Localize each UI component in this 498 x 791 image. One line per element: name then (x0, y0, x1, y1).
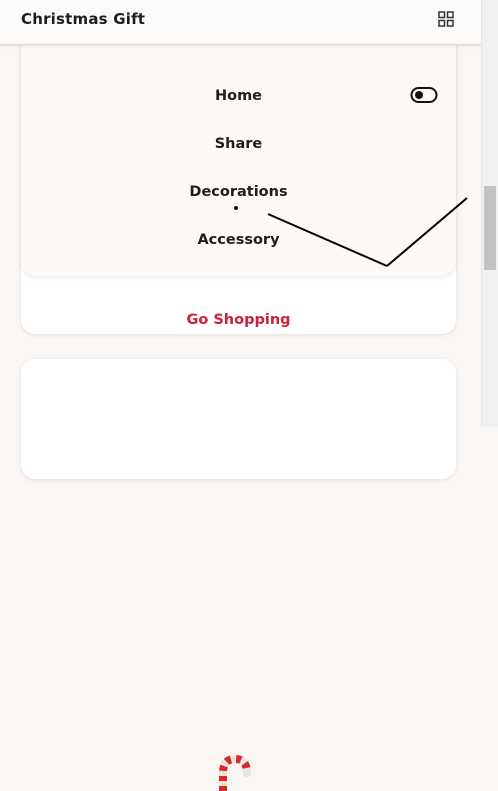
menu-item-decorations[interactable]: Decorations (21, 184, 456, 200)
scrollbar-thumb[interactable] (484, 186, 496, 270)
grid-menu-icon[interactable] (438, 11, 454, 27)
nav-menu: Home Share Decorations Accessory (21, 44, 456, 276)
product-card[interactable] (21, 359, 456, 791)
vertical-scrollbar[interactable] (481, 0, 498, 427)
app-header: Christmas Gift (0, 0, 481, 45)
menu-item-accessory[interactable]: Accessory (21, 232, 456, 248)
pointer-dot (234, 206, 238, 210)
candy-cane-icon (219, 754, 251, 791)
toggle-switch-icon[interactable] (410, 86, 438, 104)
app-title: Christmas Gift (21, 10, 146, 28)
menu-item-share[interactable]: Share (21, 136, 456, 152)
menu-item-home[interactable]: Home (21, 88, 456, 104)
go-shopping-link[interactable]: Go Shopping (21, 312, 456, 328)
